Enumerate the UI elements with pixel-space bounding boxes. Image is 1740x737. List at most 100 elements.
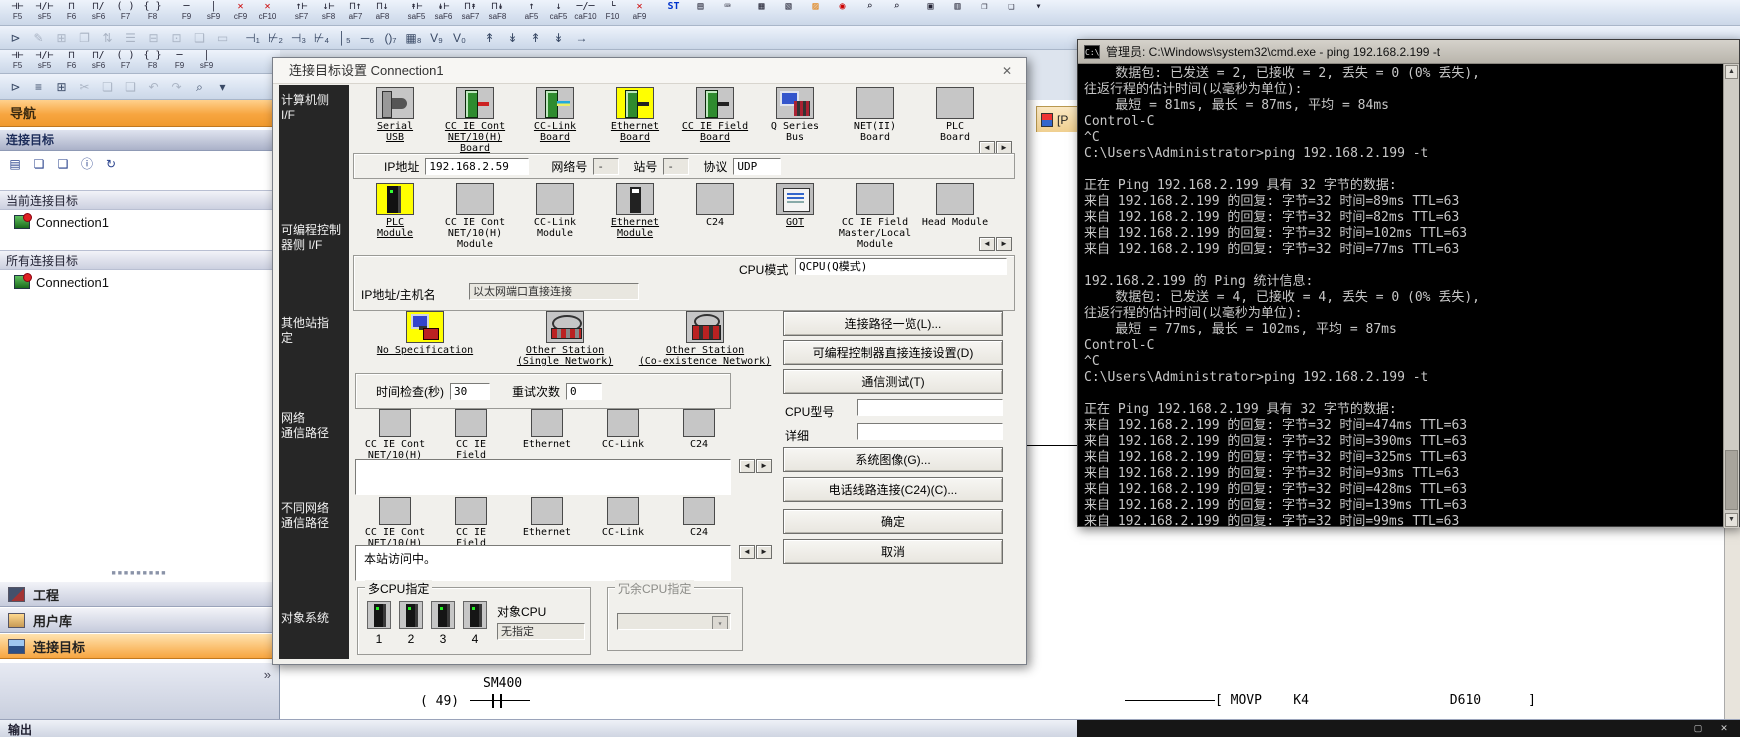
toolbar-button[interactable]: ⊣⊢ F5 — [4, 50, 31, 74]
pc-interface-option[interactable]: CC IE Cont NET/10(H) Board — [435, 87, 515, 154]
sidebar-nav-button[interactable]: 连接目标 — [0, 633, 279, 659]
toolbar-button[interactable]: ↓⊢ sF8 — [315, 1, 342, 25]
pc-interface-option[interactable]: NET(II) Board — [835, 87, 915, 154]
toolbar-button[interactable]: ⊓ F6 — [58, 50, 85, 74]
editor-vertical-scrollbar[interactable] — [1724, 527, 1740, 719]
toolbar-button[interactable]: ⌕ — [883, 1, 910, 25]
diff-network-route-option[interactable]: CC IE Field — [433, 497, 509, 549]
network-route-option[interactable]: CC IE Field — [433, 409, 509, 461]
navigation-panel-header[interactable]: 导航 — [0, 100, 279, 127]
pc-interface-option[interactable]: CC IE Field Board — [675, 87, 755, 154]
toolbar-button[interactable]: ↡⊢ saF6 — [430, 1, 457, 25]
pc-interface-option[interactable]: Q Series Bus — [755, 87, 835, 154]
pc-interface-option[interactable]: Serial USB — [355, 87, 435, 154]
toolbar-button[interactable]: ⊓↑ aF7 — [342, 1, 369, 25]
toolbar-button[interactable]: ◉ — [829, 1, 856, 25]
plc-interface-option[interactable]: PLC Module — [355, 183, 435, 250]
toolbar-icon[interactable]: ⊞ — [50, 28, 73, 48]
detail-field[interactable] — [857, 423, 1003, 440]
ip-address-field[interactable]: 192.168.2.59 — [425, 158, 529, 175]
toolbar-icon[interactable]: ▭ — [211, 28, 234, 48]
toolbar-button[interactable] — [653, 1, 660, 25]
toolbar-button[interactable]: ▾ — [1025, 1, 1052, 25]
toolbar-icon[interactable]: ⇅ — [96, 28, 119, 48]
toolbar-icon[interactable]: ⊡ — [165, 28, 188, 48]
toolbar-button[interactable] — [396, 1, 403, 25]
toolbar-button[interactable]: ▧ — [775, 1, 802, 25]
cmd-output[interactable]: 数据包: 已发送 = 2, 已接收 = 2, 丢失 = 0 (0% 丢失),往返… — [1078, 64, 1724, 528]
host-name-field[interactable]: 以太网端口直接连接 — [469, 283, 639, 300]
plc-interface-option[interactable]: GOT — [755, 183, 835, 250]
toolbar-button[interactable]: ↓ caF5 — [545, 1, 572, 25]
toolbar-button[interactable] — [166, 1, 173, 25]
toolbar-icon[interactable]: ✎ — [27, 28, 50, 48]
scroll-right-icon[interactable]: ► — [756, 459, 772, 473]
toolbar-icon[interactable]: ⊬₄ — [310, 28, 333, 48]
close-icon[interactable]: ✕ — [1716, 722, 1732, 735]
toolbar-button[interactable]: ✕ cF9 — [227, 1, 254, 25]
sidebar-nav-button[interactable]: 工程 — [0, 581, 279, 607]
collapse-chevron-icon[interactable]: » — [264, 667, 271, 682]
toolbar-button[interactable]: ❑ — [998, 1, 1025, 25]
network-route-option[interactable]: CC-Link — [585, 409, 661, 461]
station-no-field[interactable]: - — [663, 158, 689, 175]
toolbar-icon[interactable]: ▦₈ — [402, 28, 425, 48]
toolbar-button[interactable]: ⊓↡ saF8 — [484, 1, 511, 25]
toolbar-button[interactable]: ▣ — [917, 1, 944, 25]
diff-network-route-option[interactable]: CC IE Cont NET/10(H) — [357, 497, 433, 549]
toolbar-button[interactable]: ⊓/ sF6 — [85, 1, 112, 25]
property-icon[interactable]: ⓘ — [78, 155, 96, 173]
toolbar-icon[interactable]: ❑ — [119, 77, 142, 97]
other-station-option[interactable]: Other Station (Co-existence Network) — [635, 311, 775, 367]
toolbar-button[interactable]: ( ) F7 — [112, 50, 139, 74]
pin-icon[interactable]: ▢ — [1690, 722, 1706, 735]
all-connections-header[interactable]: 所有连接目标 — [0, 250, 279, 270]
toolbar-icon[interactable]: ❐ — [73, 28, 96, 48]
toolbar-button[interactable]: ST — [660, 1, 687, 25]
toolbar-icon[interactable]: → — [570, 28, 593, 48]
toolbar-icon[interactable]: V₉ — [425, 28, 448, 48]
system-image-button[interactable]: 系统图像(G)... — [783, 447, 1003, 472]
time-check-field[interactable]: 30 — [450, 383, 490, 400]
connection-tree-item[interactable]: Connection1 — [14, 212, 293, 232]
toolbar-icon[interactable]: ─₆ — [356, 28, 379, 48]
other-station-option[interactable]: Other Station (Single Network) — [495, 311, 635, 367]
toolbar-button[interactable]: └ F10 — [599, 1, 626, 25]
diff-network-route-option[interactable]: CC-Link — [585, 497, 661, 549]
current-connection-header[interactable]: 当前连接目标 — [0, 190, 279, 210]
toolbar-icon[interactable]: ⊣₃ — [287, 28, 310, 48]
communication-test-button[interactable]: 通信测试(T) — [783, 369, 1003, 394]
paste-icon[interactable]: ❑ — [54, 155, 72, 173]
toolbar-button[interactable]: ▥ — [944, 1, 971, 25]
toolbar-icon[interactable]: ❏ — [96, 77, 119, 97]
cmd-scrollbar[interactable]: ▲ ▼ — [1723, 64, 1739, 528]
other-station-option[interactable]: No Specification — [355, 311, 495, 367]
toolbar-button[interactable] — [511, 1, 518, 25]
toolbar-icon[interactable]: ✂ — [73, 77, 96, 97]
plc-interface-option[interactable]: CC IE Field Master/Local Module — [835, 183, 915, 250]
toolbar-button[interactable]: ─/─ caF10 — [572, 1, 599, 25]
dialog-close-button[interactable]: ✕ — [998, 63, 1016, 80]
toolbar-button[interactable]: ⌨ — [714, 1, 741, 25]
toolbar-button[interactable]: ⊣⊢ F5 — [4, 1, 31, 25]
toolbar-icon[interactable]: ↟ — [478, 28, 501, 48]
plc-direct-connection-button[interactable]: 可编程控制器直接连接设置(D) — [783, 340, 1003, 365]
redundant-cpu-dropdown[interactable]: ▾ — [617, 613, 731, 630]
toolbar-button[interactable]: ( ) F7 — [112, 1, 139, 25]
network-route-listbox[interactable] — [355, 459, 731, 495]
toolbar-button[interactable] — [281, 1, 288, 25]
new-connection-icon[interactable]: ▤ — [6, 155, 24, 173]
toolbar-icon[interactable]: ↶ — [142, 77, 165, 97]
toolbar-icon[interactable]: ⊞ — [50, 77, 73, 97]
scroll-left-icon[interactable]: ◄ — [739, 545, 755, 559]
toolbar-icon[interactable]: ⊳ — [4, 77, 27, 97]
toolbar-button[interactable]: ─ F9 — [166, 50, 193, 74]
toolbar-button[interactable] — [741, 1, 748, 25]
cancel-button[interactable]: 取消 — [783, 539, 1003, 564]
refresh-icon[interactable]: ↻ — [102, 155, 120, 173]
scroll-right-icon[interactable]: ► — [756, 545, 772, 559]
cpu-mode-field[interactable]: QCPU(Q模式) — [795, 258, 1007, 275]
scroll-up-icon[interactable]: ▲ — [1725, 65, 1738, 79]
dropdown-arrow-icon[interactable]: ▾ — [712, 616, 728, 630]
toolbar-icon[interactable]: ()₇ — [379, 28, 402, 48]
